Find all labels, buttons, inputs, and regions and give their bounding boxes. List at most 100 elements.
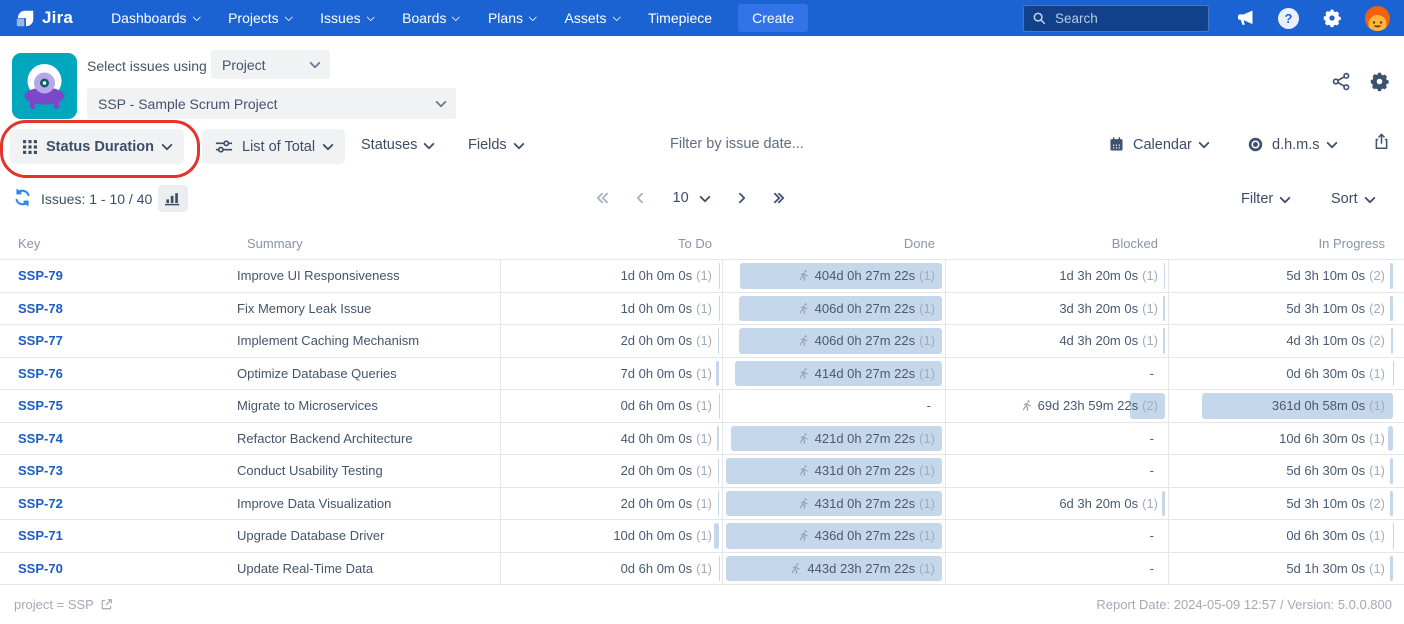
duration-cell-blocked: 6d 3h 20m 0s (1) <box>945 488 1168 520</box>
user-avatar[interactable] <box>1365 6 1390 31</box>
list-mode-select[interactable]: List of Total <box>202 129 345 164</box>
help-icon[interactable]: ? <box>1278 8 1299 29</box>
duration-value: - <box>1150 431 1154 446</box>
duration-count: (1) <box>1369 561 1385 576</box>
footer-jql: project = SSP <box>14 597 94 612</box>
issue-date-filter-input[interactable] <box>668 135 892 153</box>
issue-key-link[interactable]: SSP-73 <box>18 463 63 478</box>
duration-bar <box>1162 491 1165 517</box>
settings-icon[interactable] <box>1322 8 1342 28</box>
duration-cell-in-progress: 5d 3h 10m 0s (2) <box>1168 293 1404 325</box>
nav-item-dashboards[interactable]: Dashboards <box>111 10 199 26</box>
duration-cell-blocked: - <box>945 553 1168 585</box>
duration-value: - <box>1150 463 1154 478</box>
duration-value: 2d 0h 0m 0s <box>621 333 693 348</box>
duration-cell-blocked: - <box>945 455 1168 487</box>
duration-cell-done: 406d 0h 27m 22s (1) <box>722 293 945 325</box>
duration-cell-done: 431d 0h 27m 22s (1) <box>722 455 945 487</box>
pagination-first-button[interactable] <box>598 194 611 202</box>
duration-count: (2) <box>1369 496 1385 511</box>
page-size-select[interactable]: 10 <box>673 190 709 206</box>
nav-item-assets[interactable]: Assets <box>565 10 620 26</box>
duration-value: 7d 0h 0m 0s <box>621 366 693 381</box>
table-row: SSP-76 Optimize Database Queries 7d 0h 0… <box>0 358 1404 391</box>
duration-cell-done: 406d 0h 27m 22s (1) <box>722 325 945 357</box>
statuses-select[interactable]: Statuses <box>361 137 433 153</box>
calendar-select[interactable]: Calendar <box>1108 136 1208 153</box>
project-select[interactable]: SSP - Sample Scrum Project <box>87 88 456 119</box>
brand-name: Jira <box>42 8 73 28</box>
issue-key-link[interactable]: SSP-72 <box>18 496 63 511</box>
duration-count: (1) <box>696 431 712 446</box>
time-format-select[interactable]: d.h.m.s <box>1247 136 1336 153</box>
issue-key-link[interactable]: SSP-71 <box>18 528 63 543</box>
share-button[interactable] <box>1331 71 1352 92</box>
export-button[interactable] <box>1372 132 1391 151</box>
sort-select[interactable]: Sort <box>1331 191 1374 207</box>
issue-key-link[interactable]: SSP-75 <box>18 398 63 413</box>
pagination-next-button[interactable] <box>736 194 744 202</box>
issue-key-link[interactable]: SSP-77 <box>18 333 63 348</box>
issue-key-link[interactable]: SSP-70 <box>18 561 63 576</box>
issue-date-filter[interactable] <box>668 135 888 153</box>
nav-item-issues[interactable]: Issues <box>320 10 373 26</box>
issue-summary: Migrate to Microservices <box>237 390 500 422</box>
nav-icon-group: ? <box>1235 6 1390 31</box>
issue-source-select[interactable]: Project <box>211 50 330 79</box>
search-input[interactable] <box>1053 10 1200 27</box>
issue-summary: Improve UI Responsiveness <box>237 260 500 292</box>
column-header-summary[interactable]: Summary <box>237 236 500 251</box>
pagination-prev-button[interactable] <box>638 194 646 202</box>
issue-key-link[interactable]: SSP-78 <box>18 301 63 316</box>
chevron-down-icon <box>699 191 710 202</box>
table-row: SSP-74 Refactor Backend Architecture 4d … <box>0 423 1404 456</box>
announcements-icon[interactable] <box>1235 8 1255 28</box>
refresh-button[interactable] <box>13 188 32 207</box>
duration-value: 361d 0h 58m 0s <box>1272 398 1365 413</box>
duration-value: 404d 0h 27m 22s <box>815 268 915 283</box>
runner-icon <box>797 432 810 445</box>
chevron-down-icon <box>513 138 524 149</box>
column-header-blocked[interactable]: Blocked <box>945 236 1168 251</box>
duration-bar <box>1390 491 1393 517</box>
nav-item-plans[interactable]: Plans <box>488 10 536 26</box>
duration-value: 10d 0h 0m 0s <box>613 528 692 543</box>
duration-cell-todo: 2d 0h 0m 0s (1) <box>500 488 722 520</box>
duration-bar <box>717 426 719 452</box>
pagination-last-button[interactable] <box>771 194 784 202</box>
duration-cell-blocked: 1d 3h 20m 0s (1) <box>945 260 1168 292</box>
filter-select[interactable]: Filter <box>1241 191 1289 207</box>
column-header-todo[interactable]: To Do <box>500 236 722 251</box>
duration-value: 406d 0h 27m 22s <box>815 301 915 316</box>
create-button[interactable]: Create <box>738 4 808 32</box>
column-header-in-progress[interactable]: In Progress <box>1168 236 1404 251</box>
fields-select[interactable]: Fields <box>468 137 523 153</box>
column-header-done[interactable]: Done <box>722 236 945 251</box>
chart-toggle-button[interactable] <box>158 185 188 212</box>
duration-cell-blocked: 69d 23h 59m 22s (2) <box>945 390 1168 422</box>
jira-logo[interactable]: Jira <box>14 8 73 29</box>
chevron-down-icon <box>452 13 460 21</box>
runner-icon <box>797 464 810 477</box>
nav-item-timepiece[interactable]: Timepiece <box>648 10 712 26</box>
nav-item-projects[interactable]: Projects <box>228 10 291 26</box>
issue-key-link[interactable]: SSP-74 <box>18 431 63 446</box>
column-header-key[interactable]: Key <box>0 236 237 251</box>
duration-cell-done: 443d 23h 27m 22s (1) <box>722 553 945 585</box>
issue-key-link[interactable]: SSP-76 <box>18 366 63 381</box>
nav-item-boards[interactable]: Boards <box>402 10 459 26</box>
issue-summary: Implement Caching Mechanism <box>237 325 500 357</box>
duration-value: 1d 0h 0m 0s <box>621 268 693 283</box>
report-settings-button[interactable] <box>1369 71 1390 92</box>
duration-count: (1) <box>1369 398 1385 413</box>
report-type-select[interactable]: Status Duration <box>10 129 184 164</box>
footer-jql-link[interactable]: project = SSP <box>14 597 113 612</box>
issue-key-link[interactable]: SSP-79 <box>18 268 63 283</box>
duration-cell-in-progress: 4d 3h 10m 0s (2) <box>1168 325 1404 357</box>
duration-count: (1) <box>1142 301 1158 316</box>
duration-bar <box>1390 296 1393 322</box>
duration-value: - <box>1150 561 1154 576</box>
duration-count: (1) <box>696 366 712 381</box>
duration-value: 1d 0h 0m 0s <box>621 301 693 316</box>
global-search[interactable] <box>1023 5 1209 32</box>
